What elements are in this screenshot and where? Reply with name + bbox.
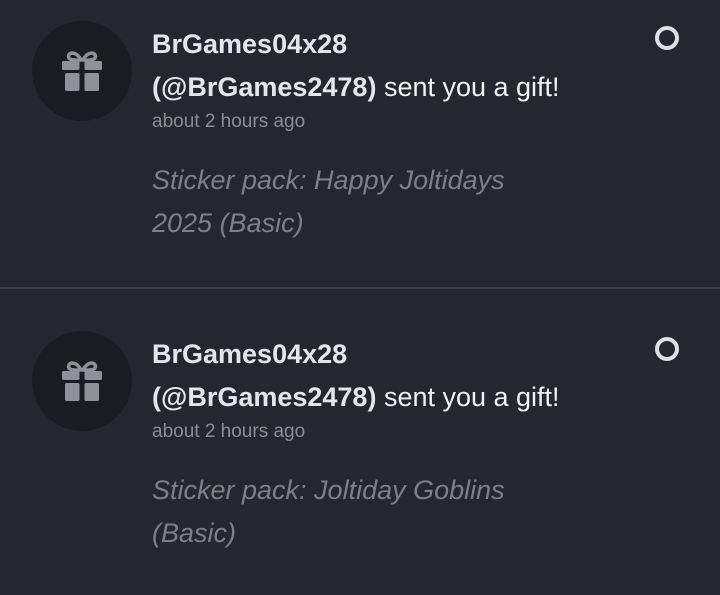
- notification-timestamp: about 2 hours ago: [152, 421, 306, 442]
- notification-action: sent you a gift!: [383, 382, 560, 412]
- notification-action: sent you a gift!: [383, 72, 560, 102]
- gift-detail: Sticker pack: Joltiday Goblins (Basic): [152, 475, 505, 548]
- gift-icon: [62, 361, 102, 401]
- notification-content: BrGames04x28 (@BrGames2478) sent you a gi…: [152, 23, 632, 245]
- notification-timestamp: about 2 hours ago: [152, 111, 306, 132]
- gift-detail: Sticker pack: Happy Joltidays 2025 (Basi…: [152, 165, 505, 238]
- sender-username[interactable]: BrGames04x28: [152, 29, 347, 59]
- avatar: [32, 21, 132, 121]
- sender-handle[interactable]: (@BrGames2478): [152, 72, 376, 102]
- notification-item[interactable]: BrGames04x28 (@BrGames2478) sent you a gi…: [0, 289, 720, 595]
- notification-headline: BrGames04x28 (@BrGames2478) sent you a gi…: [152, 333, 632, 419]
- avatar: [32, 331, 132, 431]
- sender-handle[interactable]: (@BrGames2478): [152, 382, 376, 412]
- sender-username[interactable]: BrGames04x28: [152, 339, 347, 369]
- notification-headline: BrGames04x28 (@BrGames2478) sent you a gi…: [152, 23, 632, 109]
- unread-circle-icon[interactable]: [655, 26, 679, 50]
- notification-item[interactable]: BrGames04x28 (@BrGames2478) sent you a gi…: [0, 0, 720, 287]
- unread-circle-icon[interactable]: [655, 337, 679, 361]
- gift-icon: [62, 51, 102, 91]
- notification-feed: BrGames04x28 (@BrGames2478) sent you a gi…: [0, 0, 720, 594]
- notification-content: BrGames04x28 (@BrGames2478) sent you a gi…: [152, 333, 632, 555]
